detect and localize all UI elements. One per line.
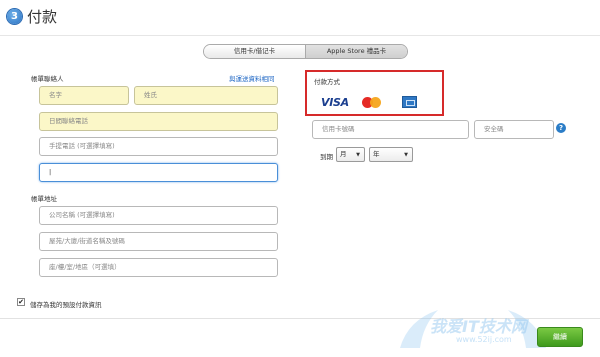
mastercard-icon xyxy=(362,97,381,108)
email-field[interactable]: | xyxy=(39,163,278,182)
last-name-field[interactable]: 姓氏 xyxy=(134,86,278,105)
expiry-month-value: 月 xyxy=(340,150,347,158)
continue-button[interactable]: 繼續 xyxy=(537,327,583,347)
page-title: 付款 xyxy=(27,8,58,26)
expiry-month-select[interactable]: 月 ▼ xyxy=(336,147,365,162)
watermark-text: 我爱IT技术网 xyxy=(430,317,527,336)
watermark-url: www.52ij.com xyxy=(456,335,512,344)
card-number-field[interactable]: 信用卡號碼 xyxy=(312,120,469,139)
security-code-help-icon[interactable]: ? xyxy=(556,123,566,133)
mobile-phone-field[interactable]: 手提電話 (可選擇填寫) xyxy=(39,137,278,156)
amex-icon xyxy=(402,96,417,108)
save-default-label: 儲存為我的預設付款資訊 xyxy=(30,301,102,309)
visa-icon: VISA xyxy=(321,96,349,109)
tab-gift-card[interactable]: Apple Store 禮品卡 xyxy=(306,45,407,58)
payment-type-tabs: 信用卡/借记卡 Apple Store 禮品卡 xyxy=(203,44,408,59)
tab-credit-debit-card[interactable]: 信用卡/借记卡 xyxy=(204,45,306,58)
company-name-field[interactable]: 公司名稱 (可選擇填寫) xyxy=(39,206,278,225)
security-code-field[interactable]: 安全碼 xyxy=(474,120,554,139)
street-address-field[interactable]: 屋苑/大廈/街道名稱及號碼 xyxy=(39,232,278,251)
billing-address-label: 帳單地址 xyxy=(31,195,57,203)
chevron-down-icon: ▼ xyxy=(404,152,408,158)
daytime-phone-field[interactable]: 日間聯絡電話 xyxy=(39,112,278,131)
card-brands-highlight: 付款方式 VISA xyxy=(305,70,444,116)
unit-district-field[interactable]: 座/樓/室/地區（可選填） xyxy=(39,258,278,277)
checkout-step-header: 3 付款 xyxy=(0,0,600,36)
expiry-year-value: 年 xyxy=(373,150,380,158)
same-as-shipping-link[interactable]: 與運送資料相同 xyxy=(229,73,275,83)
chevron-down-icon: ▼ xyxy=(356,152,360,158)
billing-contact-label: 帳單聯絡人 xyxy=(31,75,64,83)
payment-method-label: 付款方式 xyxy=(314,78,340,86)
step-number-badge: 3 xyxy=(7,9,22,24)
first-name-field[interactable]: 名字 xyxy=(39,86,129,105)
save-default-checkbox[interactable]: ✔ xyxy=(17,298,25,306)
expiry-year-select[interactable]: 年 ▼ xyxy=(369,147,413,162)
expiry-label: 到期 xyxy=(320,153,333,161)
